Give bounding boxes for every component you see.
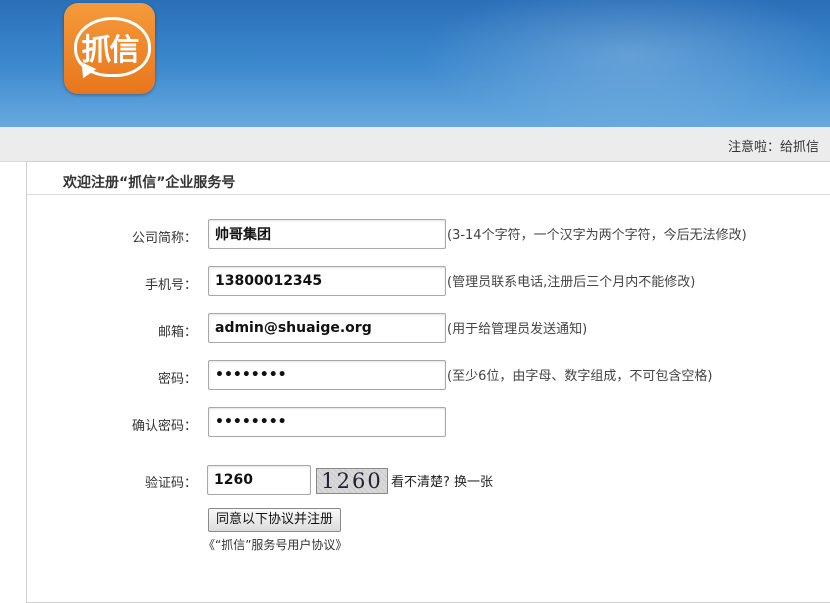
captcha-label: 验证码：	[144, 476, 197, 491]
email-label: 邮箱：	[157, 325, 197, 340]
password-input[interactable]	[208, 360, 446, 390]
phone-label: 手机号：	[144, 278, 197, 293]
notice-text: 注意啦：给抓信	[728, 140, 820, 155]
captcha-image[interactable]: 1260	[316, 468, 388, 494]
email-input[interactable]	[208, 313, 446, 343]
app-logo[interactable]: 抓信	[64, 3, 155, 94]
agree-register-button[interactable]: 同意以下协议并注册	[208, 508, 342, 532]
captcha-input[interactable]	[207, 465, 311, 495]
captcha-noise	[317, 469, 387, 493]
company-name-input[interactable]	[208, 219, 446, 249]
confirm-password-input[interactable]	[208, 407, 446, 437]
password-label: 密码：	[157, 372, 197, 387]
title-divider	[27, 194, 830, 195]
form-title: 欢迎注册“抓信”企业服务号	[63, 175, 236, 191]
company-name-hint: (3-14个字符，一个汉字为两个字符，今后无法修改)	[447, 228, 747, 243]
email-hint: (用于给管理员发送通知)	[447, 322, 588, 337]
page-header: 抓信	[0, 0, 830, 127]
captcha-refresh-link[interactable]: 看不清楚? 换一张	[391, 471, 493, 490]
phone-hint: (管理员联系电话,注册后三个月内不能修改)	[447, 275, 696, 290]
password-hint: (至少6位，由字母、数字组成，不可包含空格)	[447, 369, 713, 384]
notice-bar: 注意啦：给抓信	[0, 127, 830, 162]
confirm-password-label: 确认密码：	[131, 419, 197, 434]
logo-text: 抓信	[81, 33, 140, 68]
phone-input[interactable]	[208, 266, 446, 296]
user-agreement-link[interactable]: 《“抓信”服务号用户协议》	[203, 536, 347, 553]
company-name-label: 公司简称：	[131, 231, 197, 246]
